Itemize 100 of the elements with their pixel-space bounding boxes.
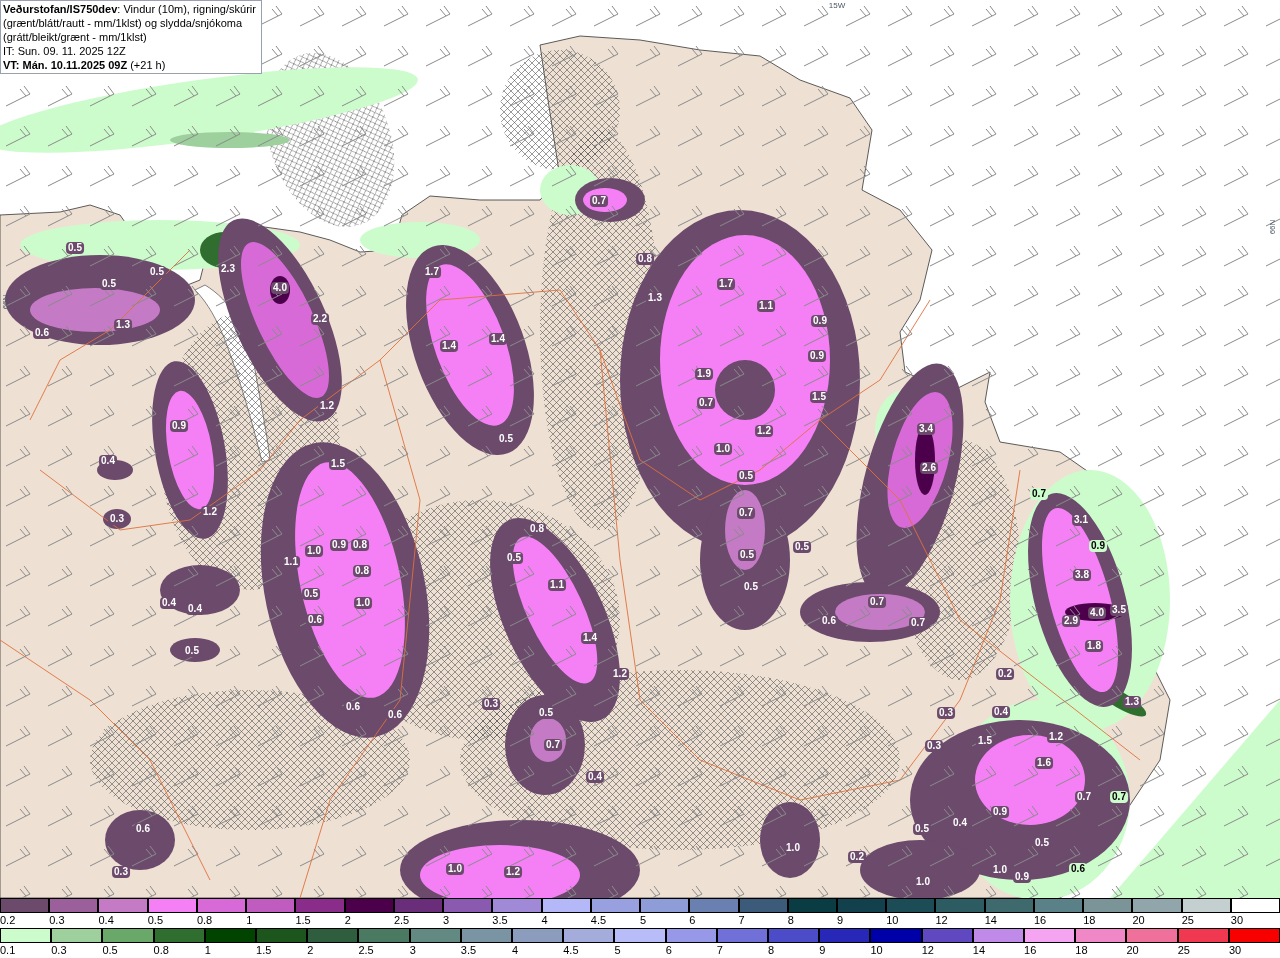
legend-label: 0.3: [51, 944, 67, 957]
legend-label: 18: [1083, 914, 1096, 927]
legend-label: 1: [204, 944, 211, 957]
legend-label: 0.8: [196, 914, 213, 927]
value-label: 0.7: [868, 596, 886, 608]
legend-label: 4: [541, 914, 548, 927]
value-label: 0.8: [353, 565, 371, 577]
value-label: 0.5: [537, 707, 555, 719]
value-label: 0.6: [33, 327, 51, 339]
legend-label: 6: [665, 944, 672, 957]
legend-label: 12: [935, 914, 948, 927]
issue-time: IT: Sun. 09. 11. 2025 12Z: [3, 44, 127, 58]
legend-label: 1.5: [256, 944, 272, 957]
value-label: 1.2: [318, 400, 336, 412]
value-label: 1.5: [810, 391, 828, 403]
value-label: 0.7: [1110, 791, 1128, 803]
legend-label: 0.3: [49, 914, 65, 927]
value-label: 0.9: [808, 350, 826, 362]
value-label: 1.2: [201, 506, 219, 518]
value-label: 0.9: [1089, 540, 1107, 552]
legend-label: 6: [689, 914, 696, 927]
value-label: 1.1: [757, 300, 775, 312]
map-description: Veðurstofan/IS750dev: Vindur (10m), rigning/skúrir (grænt/blátt/rautt - mm/1klst) og slydda/snjókoma (grátt/bleikt/grænt - mm/1klst): [3, 2, 257, 44]
value-label: 3.8: [1073, 569, 1091, 581]
value-label: 1.0: [784, 842, 802, 854]
value-label: 0.5: [1033, 837, 1051, 849]
value-label: 0.5: [302, 588, 320, 600]
value-label: 0.5: [100, 278, 118, 290]
value-label: 0.7: [697, 397, 715, 409]
value-label: 0.5: [66, 242, 84, 254]
value-label: 3.5: [1110, 604, 1128, 616]
value-label: 0.7: [544, 739, 562, 751]
legend-label: 20: [1126, 944, 1139, 957]
legend-label: 14: [984, 914, 997, 927]
value-label: 0.4: [951, 817, 969, 829]
grid-label: 66N: [1269, 219, 1277, 235]
legend-label: 0.2: [0, 914, 16, 927]
value-label: 0.4: [586, 771, 604, 783]
legend-label: 20: [1132, 914, 1145, 927]
value-label: 1.0: [305, 545, 323, 557]
legend-label: 2: [307, 944, 314, 957]
value-label: 1.7: [717, 278, 735, 290]
value-label: 1.3: [646, 292, 664, 304]
grid-label: 15W: [828, 2, 846, 10]
value-label: 4.0: [1088, 607, 1106, 619]
legend-label: 10: [870, 944, 883, 957]
legend-label: 4: [512, 944, 519, 957]
value-label: 0.6: [344, 701, 362, 713]
value-label: 0.9: [1013, 871, 1031, 883]
value-label: 0.5: [183, 645, 201, 657]
value-label: 1.0: [991, 864, 1009, 876]
legend-label: 5: [614, 944, 621, 957]
value-label: 0.4: [160, 597, 178, 609]
value-label: 1.9: [695, 368, 713, 380]
legend-label: 4.5: [563, 944, 579, 957]
legend-label: 25: [1177, 944, 1190, 957]
value-label: 1.1: [548, 579, 566, 591]
legend-label: 16: [1024, 944, 1037, 957]
value-label: 0.3: [108, 513, 126, 525]
value-label: 1.5: [329, 458, 347, 470]
value-label: 1.2: [611, 668, 629, 680]
legend-label: 0.4: [98, 914, 114, 927]
value-label: 1.4: [489, 333, 507, 345]
value-label: 2.6: [920, 462, 938, 474]
value-label: 1.4: [581, 632, 599, 644]
legend-label: 12: [921, 944, 934, 957]
value-label: 0.4: [99, 455, 117, 467]
legend-label: 4.5: [590, 914, 607, 927]
legend-label: 0.5: [147, 914, 163, 927]
value-label: 0.2: [996, 668, 1014, 680]
legend-label: 3.5: [492, 914, 508, 927]
legend-label: 5: [640, 914, 647, 927]
value-label: 0.6: [134, 823, 152, 835]
legend-label: 8: [768, 944, 775, 957]
value-label: 1.1: [282, 556, 300, 568]
legend-label: 30: [1228, 944, 1242, 957]
value-label: 4.0: [271, 282, 289, 294]
legend-label: 25: [1181, 914, 1194, 927]
value-label: 3.1: [1072, 514, 1090, 526]
value-label: 0.5: [738, 549, 756, 561]
legend-label: 14: [972, 944, 986, 957]
legend-label: 2: [344, 914, 351, 927]
value-label: 1.3: [1123, 696, 1141, 708]
value-label: 1.4: [440, 340, 458, 352]
value-label: 1.8: [1085, 640, 1103, 652]
value-label: 0.4: [186, 603, 204, 615]
legend-label: 1: [246, 914, 253, 927]
value-label: 0.3: [937, 707, 955, 719]
value-label: 2.2: [311, 313, 329, 325]
value-label: 0.8: [636, 253, 654, 265]
value-label: 0.8: [528, 523, 546, 535]
value-label: 0.2: [848, 851, 866, 863]
value-label: 1.0: [714, 443, 732, 455]
legend-label: 2.5: [393, 914, 410, 927]
value-label: 1.7: [423, 266, 441, 278]
value-label: 0.7: [909, 617, 927, 629]
legend-label: 3: [409, 944, 416, 957]
value-label: 2.9: [1062, 615, 1080, 627]
value-label: 1.0: [914, 876, 932, 888]
value-label: 0.7: [1030, 488, 1048, 500]
